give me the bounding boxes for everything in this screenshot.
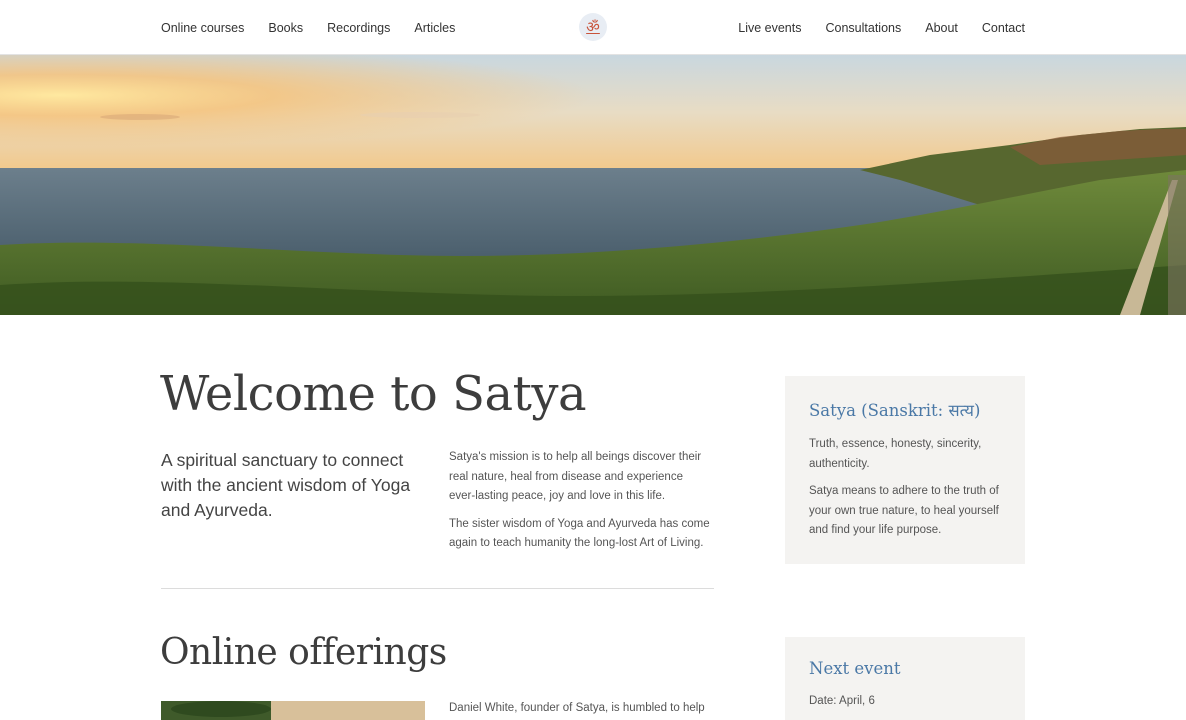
offerings-thumbnail[interactable]	[161, 701, 425, 720]
nav-live-events[interactable]: Live events	[738, 21, 801, 35]
next-event-date: Date: April, 6	[809, 695, 875, 707]
offerings-title: Online offerings	[160, 632, 447, 673]
nav-articles[interactable]: Articles	[414, 21, 455, 35]
nav-about[interactable]: About	[925, 21, 958, 35]
tagline: A spiritual sanctuary to connect with th…	[161, 450, 411, 520]
primary-nav-left: Online courses Books Recordings Articles	[161, 0, 479, 55]
nav-online-courses[interactable]: Online courses	[161, 21, 244, 35]
satya-card-text-2: Satya means to adhere to the truth of yo…	[809, 485, 999, 536]
next-event-card: Next event Date: April, 6	[785, 637, 1025, 720]
om-logo-icon[interactable]: ॐ	[579, 13, 607, 41]
mission-paragraph-1: Satya's mission is to help all beings di…	[449, 451, 702, 502]
satya-card-text-1: Truth, essence, honesty, sincerity, auth…	[809, 438, 982, 470]
mission-text: Satya's mission is to help all beings di…	[449, 448, 711, 562]
satya-card-title: Satya (Sanskrit: सत्य)	[809, 401, 981, 420]
page-title: Welcome to Satya	[160, 366, 587, 422]
satya-definition-card: Satya (Sanskrit: सत्य) Truth, essence, h…	[785, 376, 1025, 564]
nav-books[interactable]: Books	[268, 21, 303, 35]
offerings-text: Daniel White, founder of Satya, is humbl…	[449, 702, 705, 714]
primary-nav-right: Live events Consultations About Contact	[714, 0, 1025, 55]
nav-consultations[interactable]: Consultations	[825, 21, 901, 35]
nav-recordings[interactable]: Recordings	[327, 21, 390, 35]
hero-image	[0, 55, 1186, 315]
next-event-title: Next event	[809, 659, 901, 678]
section-divider	[161, 588, 714, 589]
nav-contact[interactable]: Contact	[982, 21, 1025, 35]
site-header: Online courses Books Recordings Articles…	[0, 0, 1186, 55]
mission-paragraph-2: The sister wisdom of Yoga and Ayurveda h…	[449, 517, 710, 550]
